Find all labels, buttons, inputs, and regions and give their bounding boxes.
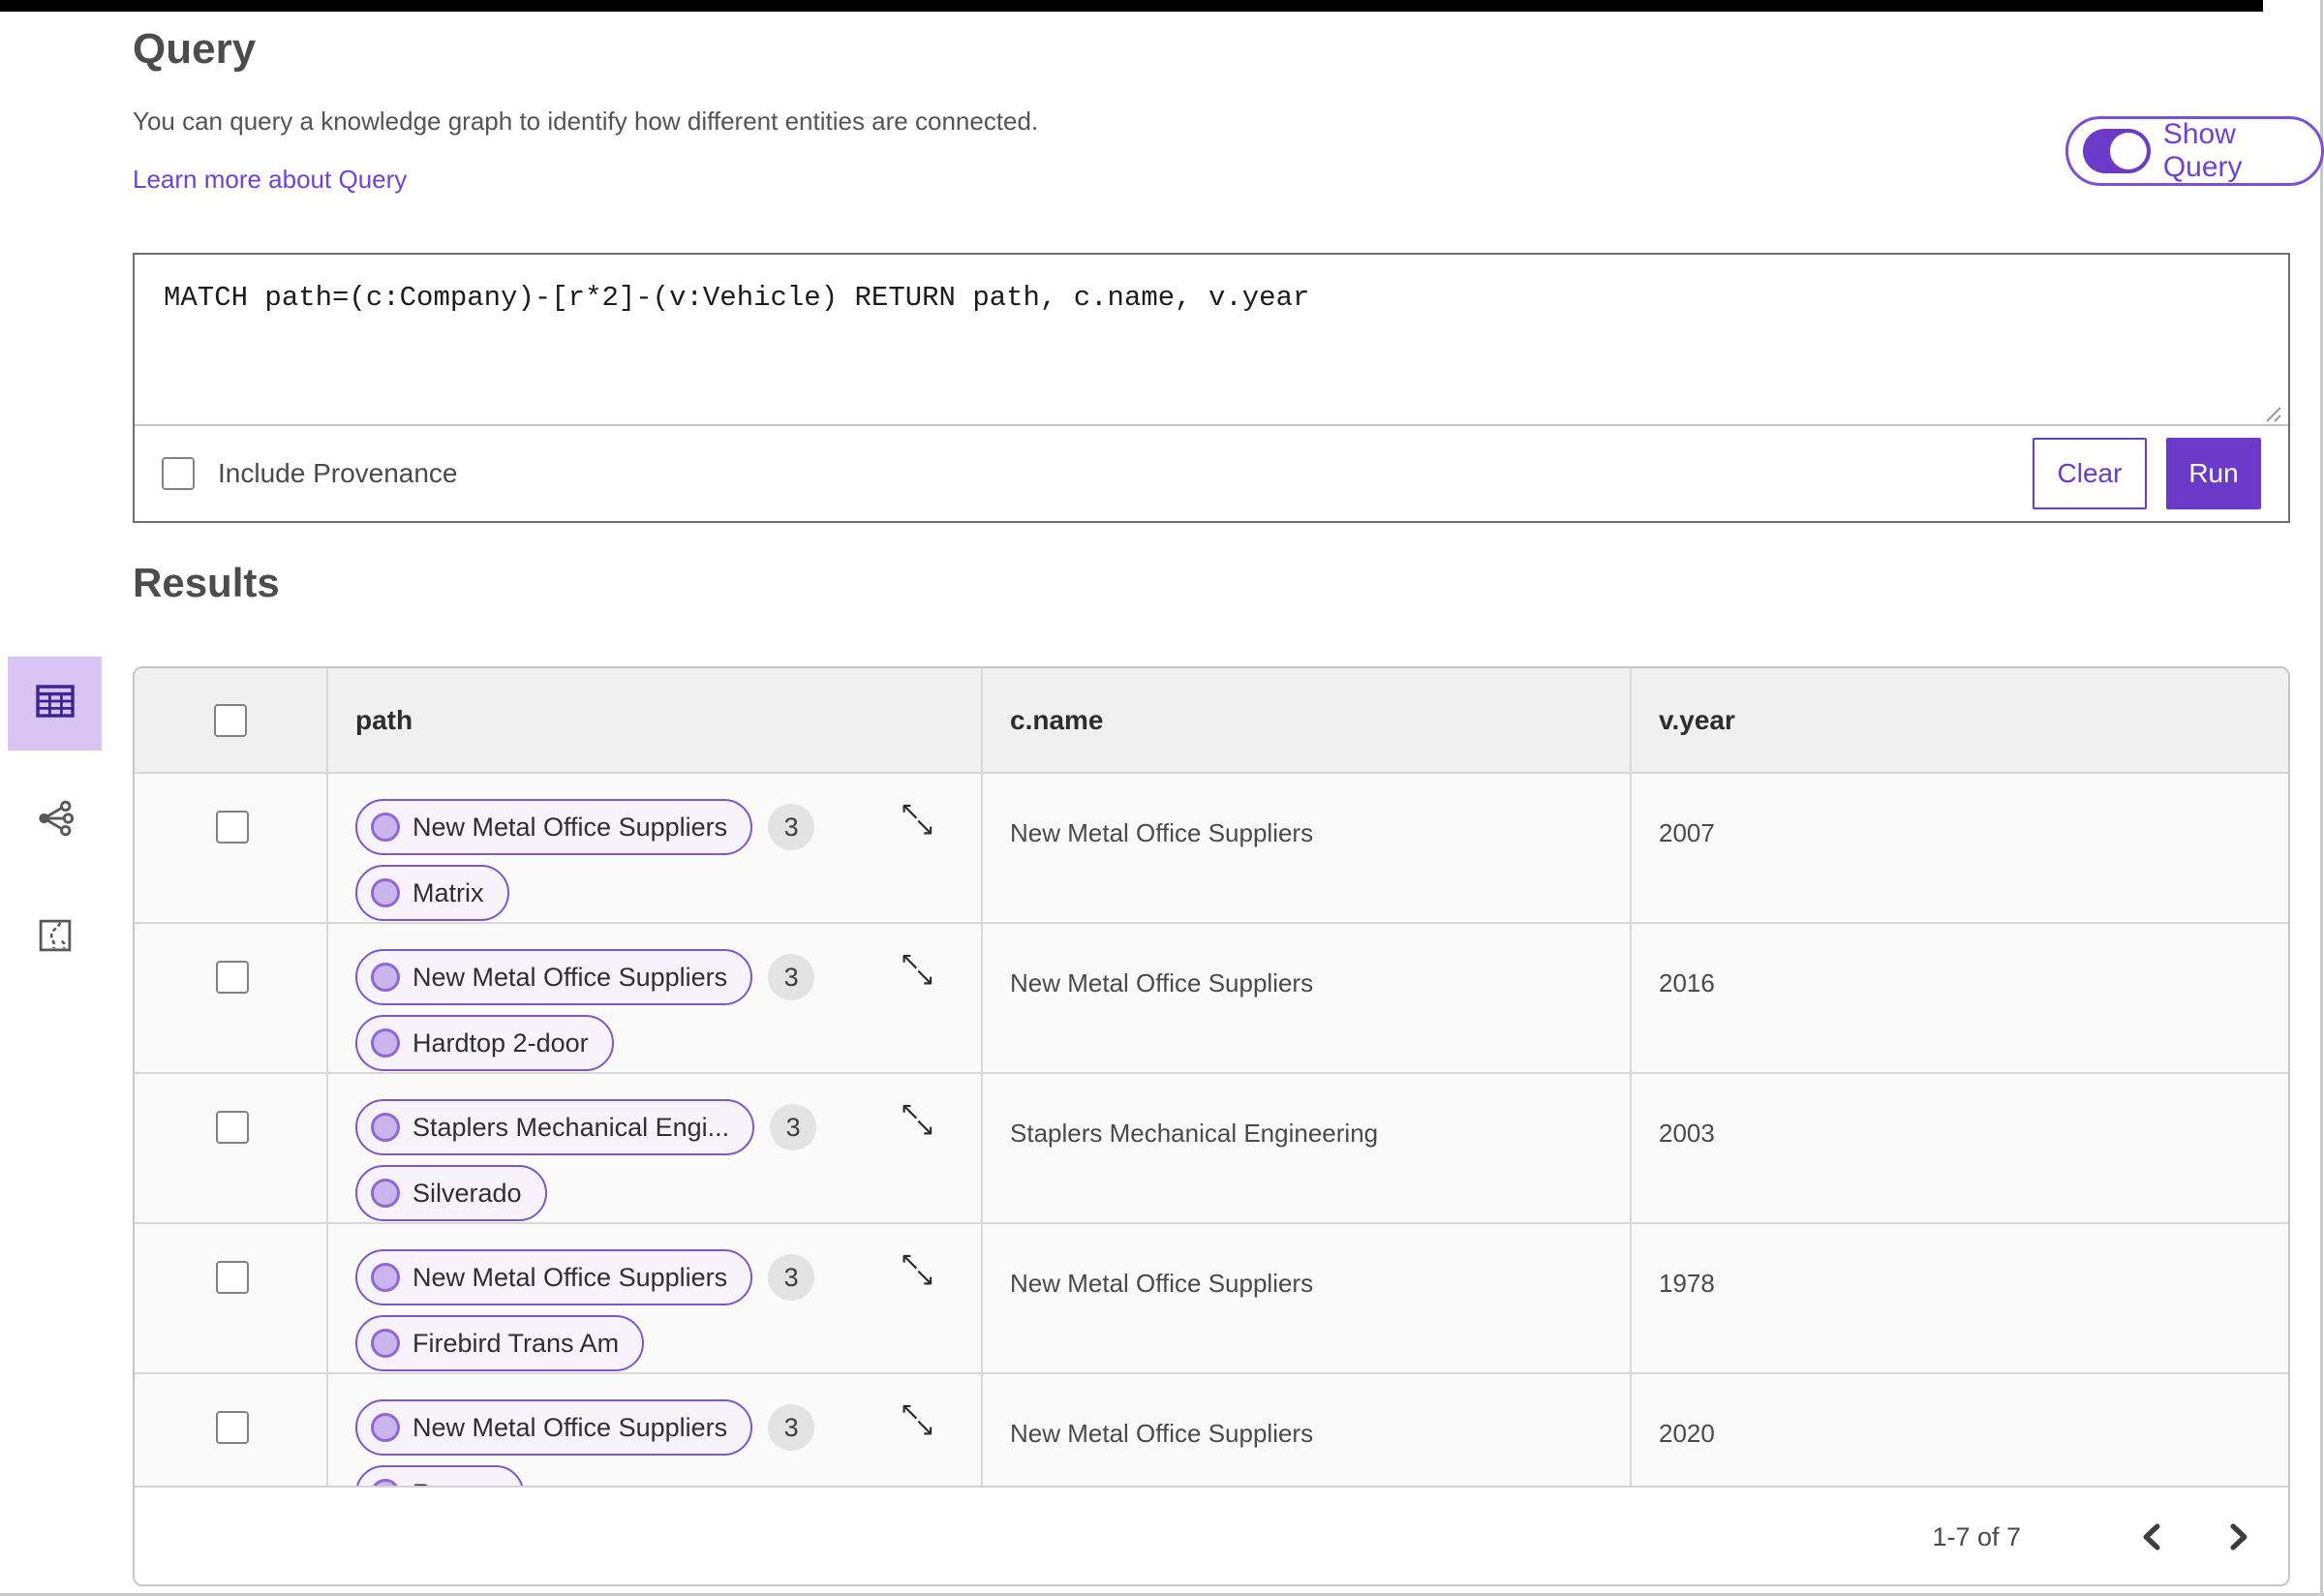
node-dot-icon <box>371 1113 400 1142</box>
table-row: New Metal Office Suppliers 3 Ranger ↖↘ N… <box>135 1372 2288 1486</box>
edge-count-badge: 3 <box>768 804 815 850</box>
node-label: Matrix <box>413 877 484 907</box>
toggle-knob <box>2109 133 2147 169</box>
pagination-range: 1-7 of 7 <box>1932 1521 2021 1551</box>
map-view-button[interactable] <box>8 891 102 985</box>
expand-path-icon[interactable]: ↖ ↘ <box>900 1399 944 1444</box>
column-header-vyear: v.year <box>1630 668 2288 772</box>
table-row: New Metal Office Suppliers 3 Firebird Tr… <box>135 1222 2288 1372</box>
node-dot-icon <box>371 1329 400 1358</box>
table-view-button[interactable] <box>8 657 102 751</box>
node-label: Firebird Trans Am <box>413 1328 620 1358</box>
node-dot-icon <box>371 878 400 907</box>
expand-path-icon[interactable]: ↖ ↘ <box>900 1099 944 1144</box>
path-end-node-pill[interactable]: Ranger <box>355 1465 524 1486</box>
path-end-node-pill[interactable]: Firebird Trans Am <box>355 1315 645 1371</box>
path-start-node-pill[interactable]: New Metal Office Suppliers <box>355 1249 753 1305</box>
path-start-node-pill[interactable]: New Metal Office Suppliers <box>355 1399 753 1456</box>
page-title: Query <box>133 25 257 73</box>
expand-path-icon[interactable]: ↖ ↘ <box>900 1249 944 1294</box>
page-description: You can query a knowledge graph to ident… <box>133 107 1039 136</box>
table-row: New Metal Office Suppliers 3 Hardtop 2-d… <box>135 922 2288 1072</box>
node-dot-icon <box>371 1479 400 1486</box>
row-checkbox[interactable] <box>216 811 249 844</box>
edge-count-badge: 3 <box>770 1104 817 1151</box>
window-top-edge <box>0 0 2263 12</box>
cname-cell: New Metal Office Suppliers <box>981 1374 1630 1486</box>
run-button[interactable]: Run <box>2166 438 2261 509</box>
previous-page-button[interactable] <box>2131 1516 2174 1558</box>
clear-button[interactable]: Clear <box>2033 438 2147 509</box>
column-header-path: path <box>326 668 981 772</box>
expand-path-icon[interactable]: ↖ ↘ <box>900 949 944 994</box>
network-graph-icon <box>33 796 77 845</box>
path-start-node-pill[interactable]: Staplers Mechanical Engi... <box>355 1099 755 1155</box>
edge-count-badge: 3 <box>768 1404 815 1451</box>
next-page-button[interactable] <box>2217 1516 2259 1558</box>
results-view-switcher <box>8 657 102 985</box>
query-editor-panel: MATCH path=(c:Company)-[r*2]-(v:Vehicle)… <box>133 253 2290 523</box>
node-dot-icon <box>371 1263 400 1292</box>
cname-cell: Staplers Mechanical Engineering <box>981 1074 1630 1222</box>
node-label: New Metal Office Suppliers <box>413 1262 728 1292</box>
row-checkbox[interactable] <box>216 961 249 994</box>
route-map-icon <box>35 915 76 961</box>
node-label: Hardtop 2-door <box>413 1028 589 1058</box>
query-input[interactable]: MATCH path=(c:Company)-[r*2]-(v:Vehicle)… <box>135 255 2288 424</box>
cname-cell: New Metal Office Suppliers <box>981 1224 1630 1372</box>
vyear-cell: 2007 <box>1630 774 2288 922</box>
results-table: path c.name v.year New Metal Office Supp… <box>133 666 2290 1586</box>
node-label: Silverado <box>413 1178 522 1208</box>
expand-path-icon[interactable]: ↖ ↘ <box>900 799 944 844</box>
node-dot-icon <box>371 1028 400 1058</box>
path-start-node-pill[interactable]: New Metal Office Suppliers <box>355 949 753 1005</box>
row-checkbox[interactable] <box>216 1111 249 1144</box>
vyear-cell: 2016 <box>1630 924 2288 1072</box>
vyear-cell: 1978 <box>1630 1224 2288 1372</box>
window-right-edge <box>2320 0 2323 1596</box>
query-actions-bar: Include Provenance Clear Run <box>135 426 2288 521</box>
node-label: New Metal Office Suppliers <box>413 1412 728 1442</box>
learn-more-link[interactable]: Learn more about Query <box>133 165 407 195</box>
cname-cell: New Metal Office Suppliers <box>981 924 1630 1072</box>
query-page: Query You can query a knowledge graph to… <box>0 0 2324 1596</box>
include-provenance-label: Include Provenance <box>218 458 458 488</box>
show-query-toggle[interactable]: Show Query <box>2065 116 2324 186</box>
node-label: New Metal Office Suppliers <box>413 812 728 842</box>
edge-count-badge: 3 <box>768 954 815 1000</box>
select-all-checkbox[interactable] <box>214 703 247 737</box>
node-label: New Metal Office Suppliers <box>413 962 728 992</box>
node-label: Ranger <box>413 1479 499 1487</box>
table-footer: 1-7 of 7 <box>135 1486 2288 1584</box>
node-label: Staplers Mechanical Engi... <box>413 1112 730 1142</box>
edge-count-badge: 3 <box>768 1254 815 1301</box>
toggle-switch-icon[interactable] <box>2083 129 2151 173</box>
path-end-node-pill[interactable]: Matrix <box>355 865 509 921</box>
path-end-node-pill[interactable]: Silverado <box>355 1165 547 1221</box>
column-header-cname: c.name <box>981 668 1630 772</box>
path-start-node-pill[interactable]: New Metal Office Suppliers <box>355 799 753 855</box>
show-query-label: Show Query <box>2162 118 2243 183</box>
network-view-button[interactable] <box>8 774 102 868</box>
node-dot-icon <box>371 963 400 992</box>
table-header-row: path c.name v.year <box>135 668 2288 772</box>
row-checkbox[interactable] <box>216 1411 249 1444</box>
results-heading: Results <box>133 560 280 605</box>
resize-handle-icon[interactable] <box>2257 398 2282 423</box>
include-provenance-checkbox[interactable] <box>162 457 195 490</box>
node-dot-icon <box>371 1413 400 1442</box>
table-row: New Metal Office Suppliers 3 Matrix ↖ ↘ N… <box>135 772 2288 922</box>
vyear-cell: 2003 <box>1630 1074 2288 1222</box>
table-row: Staplers Mechanical Engi... 3 Silverado … <box>135 1072 2288 1222</box>
path-end-node-pill[interactable]: Hardtop 2-door <box>355 1015 614 1071</box>
vyear-cell: 2020 <box>1630 1374 2288 1486</box>
table-icon <box>32 678 78 729</box>
cname-cell: New Metal Office Suppliers <box>981 774 1630 922</box>
row-checkbox[interactable] <box>216 1261 249 1294</box>
node-dot-icon <box>371 813 400 842</box>
node-dot-icon <box>371 1179 400 1208</box>
